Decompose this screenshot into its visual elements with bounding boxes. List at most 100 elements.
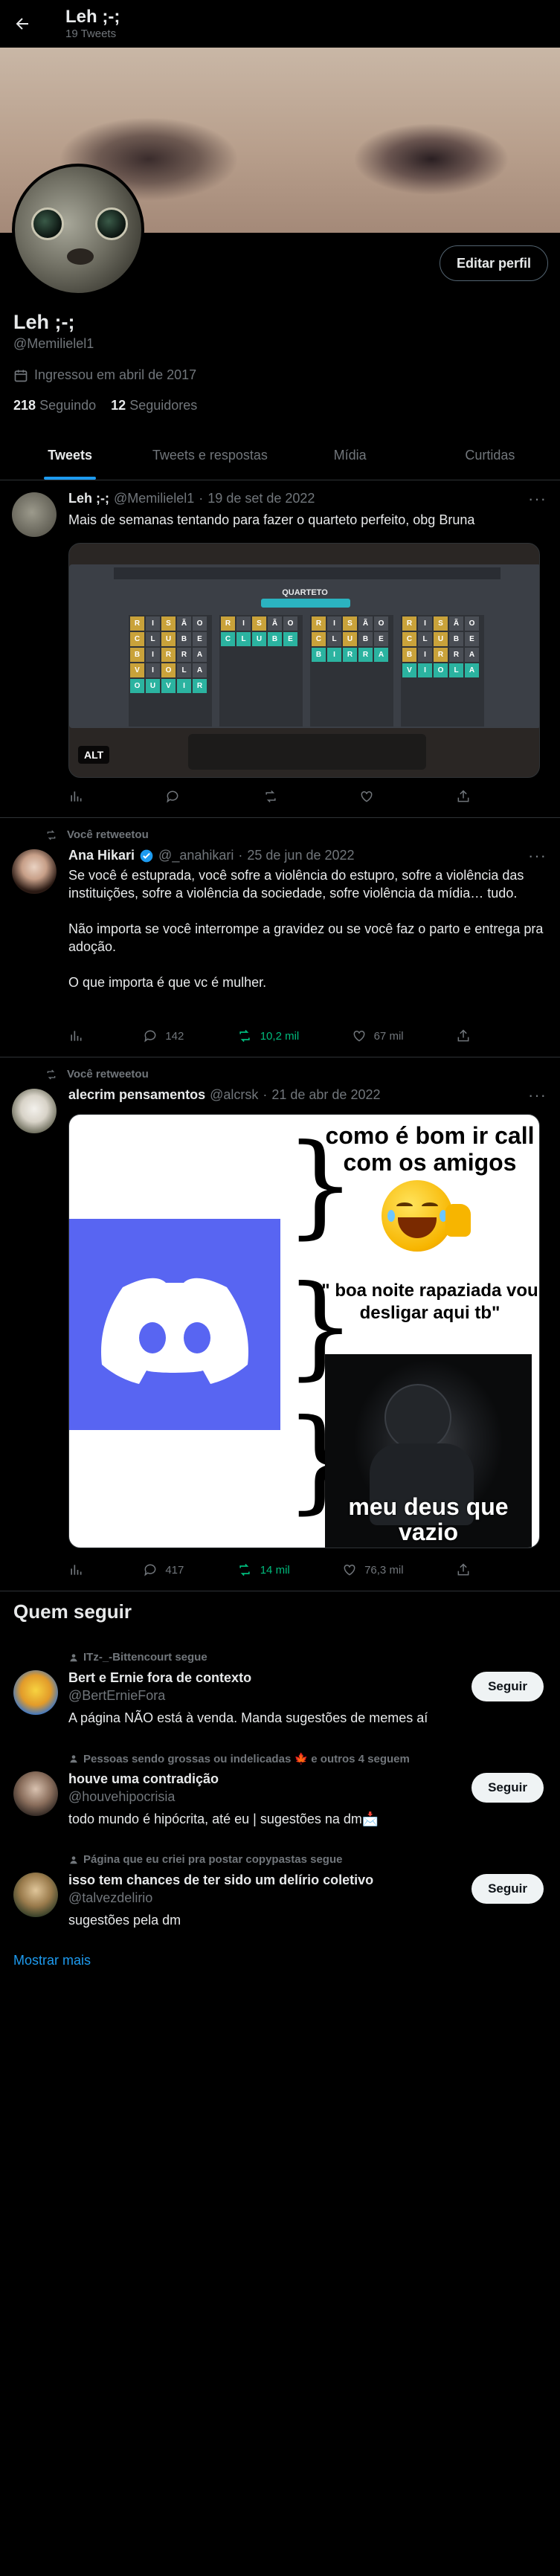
retweet-icon [239,1563,250,1577]
share-button[interactable] [456,1562,478,1577]
show-more-link[interactable]: Mostrar mais [13,1953,91,1968]
tweet-avatar[interactable] [12,492,57,537]
letter-tile: O [130,679,144,693]
tweet-count: 19 Tweets [65,28,117,40]
meme-caption-top: como é bom ir call com os amigos [325,1122,535,1176]
followers-link[interactable]: 12 Seguidores [111,398,197,413]
more-options-icon[interactable]: ··· [528,846,547,866]
reply-button[interactable] [165,789,187,804]
retweet-button[interactable] [263,789,285,804]
tab-tweets-replies[interactable]: Tweets e respostas [140,431,280,480]
retweet-icon [265,790,276,803]
tweet-author-name[interactable]: Leh ;-; [68,491,109,506]
follow-counts: 218 Seguindo 12 Seguidores [13,398,197,413]
letter-tile: R [312,616,326,631]
letter-tile: B [402,648,416,662]
letter-tile: R [343,648,357,662]
letter-tile: R [130,616,144,631]
following-link[interactable]: 218 Seguindo [13,398,96,413]
share-button[interactable] [456,789,478,804]
retweet-label: Você retweetou [67,1068,149,1081]
tweet-text: Mais de semanas tentando para fazer o qu… [68,512,475,527]
tab-likes[interactable]: Curtidas [420,431,560,480]
profile-handle: @Memilielel1 [13,336,94,351]
analytics-button[interactable] [68,1562,91,1577]
tweet-date[interactable]: 25 de jun de 2022 [247,848,354,863]
follow-button[interactable]: Seguir [472,1773,544,1803]
tweet-date[interactable]: 19 de set de 2022 [207,491,315,506]
person-icon [70,1755,77,1763]
tweet-author-handle[interactable]: @_anahikari [158,848,234,863]
follow-suggestion[interactable]: ITz-_-Bittencourt segue Bert e Ernie for… [0,1643,560,1733]
discord-icon [101,1278,248,1384]
letter-tile: R [434,648,448,662]
tweet-author-handle[interactable]: @alcrsk [210,1087,258,1103]
tweet-photo[interactable]: QUARTETO RISÃOCLUBEBIRRAVIOLAOUVIRRISÃOC… [68,543,540,778]
analytics-icon [71,1565,82,1575]
letter-tile: L [327,632,341,646]
tweet-author-name[interactable]: Ana Hikari [68,848,135,863]
analytics-icon [71,1031,82,1041]
like-button[interactable]: 67 mil [352,1028,404,1043]
letter-tile: U [146,679,160,693]
follow-suggestion[interactable]: Página que eu criei pra postar copypasta… [0,1846,560,1935]
alt-badge[interactable]: ALT [78,746,110,764]
analytics-button[interactable] [68,789,91,804]
follow-suggestion[interactable]: Pessoas sendo grossas ou indelicadas 🍁 e… [0,1745,560,1834]
back-button[interactable] [9,10,36,37]
suggestion-avatar[interactable] [13,1670,58,1715]
letter-tile: O [161,663,176,677]
person-icon [70,1855,77,1864]
more-options-icon[interactable]: ··· [528,1086,547,1105]
letter-tile: B [312,648,326,662]
letter-tile: R [402,616,416,631]
letter-tile: S [252,616,266,631]
edit-profile-button[interactable]: Editar perfil [439,245,548,281]
reply-icon [144,1564,156,1577]
letter-tile: O [193,616,207,631]
tweet-photo[interactable]: } } } como é bom ir call com os amigos "… [68,1114,540,1548]
suggestion-name[interactable]: Bert e Ernie fora de contexto [68,1670,251,1686]
tweet-avatar[interactable] [12,1089,57,1133]
reply-button[interactable]: 142 [143,1028,184,1043]
letter-tile: I [146,616,160,631]
like-button[interactable] [359,789,382,804]
tweet-avatar[interactable] [12,849,57,894]
like-button[interactable]: 76,3 mil [342,1562,404,1577]
heart-icon [353,1030,365,1042]
follow-button[interactable]: Seguir [472,1874,544,1904]
suggestion-name[interactable]: isso tem chances de ter sido um delírio … [68,1873,373,1888]
letter-tile: S [434,616,448,631]
follow-button[interactable]: Seguir [472,1672,544,1701]
tab-tweets[interactable]: Tweets [0,431,140,480]
retweet-button[interactable]: 14 mil [236,1562,290,1577]
suggestion-bio: A página NÃO está à venda. Manda sugestõ… [68,1710,428,1725]
letter-tile: R [449,648,463,662]
letter-tile: E [283,632,297,646]
retweet-button[interactable]: 10,2 mil [236,1028,299,1043]
letter-tile: U [343,632,357,646]
letter-tile: A [465,663,479,677]
tweet-author-handle[interactable]: @Memilielel1 [114,491,194,506]
tab-media[interactable]: Mídia [280,431,420,480]
suggestion-handle[interactable]: @BertErnieFora [68,1688,165,1704]
tweet-author-name[interactable]: alecrim pensamentos [68,1087,205,1103]
share-button[interactable] [456,1028,478,1043]
who-to-follow-title: Quem seguir [13,1600,132,1623]
tweet[interactable]: Você retweetou alecrim pensamentos @alcr… [0,1057,560,1591]
suggestion-name[interactable]: houve uma contradição [68,1771,219,1787]
letter-tile: C [130,632,144,646]
tweet[interactable]: Leh ;-; @Memilielel1 · 19 de set de 2022… [0,480,560,818]
profile-avatar[interactable] [12,164,144,296]
tweet-date[interactable]: 21 de abr de 2022 [271,1087,380,1103]
reply-button[interactable]: 417 [143,1562,184,1577]
suggestion-handle[interactable]: @talvezdelirio [68,1890,152,1906]
analytics-button[interactable] [68,1028,91,1043]
more-options-icon[interactable]: ··· [528,489,547,509]
suggestion-handle[interactable]: @houvehipocrisia [68,1789,175,1805]
suggestion-avatar[interactable] [13,1771,58,1816]
suggestion-avatar[interactable] [13,1873,58,1917]
letter-tile: V [402,663,416,677]
calendar-icon [14,370,28,381]
tweet[interactable]: Você retweetou Ana Hikari @_anahikari · … [0,818,560,1057]
